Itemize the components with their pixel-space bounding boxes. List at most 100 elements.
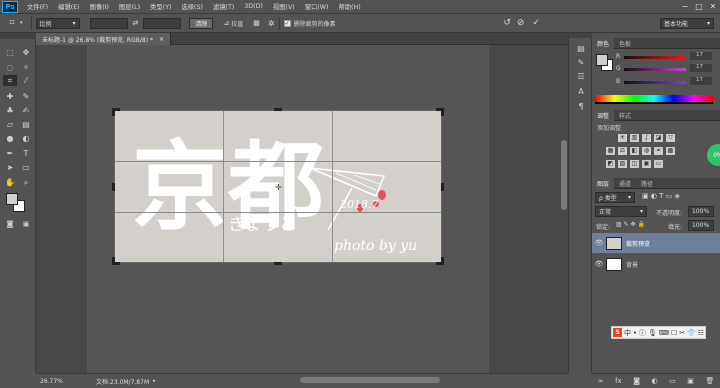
menu-select[interactable]: 选择(S) [176,2,208,11]
brush-panel-icon[interactable]: ✎ [574,57,588,68]
filter-icons[interactable]: ▣ ◐ T ▭ ◈ [642,192,680,200]
selective-color-icon[interactable]: ▣ [642,160,651,168]
lock-icons[interactable]: ▨ ✎ ✥ 🔒 [616,221,645,228]
crop-handle-top-left[interactable] [112,108,115,116]
tab-channels[interactable]: 通道 [614,178,636,189]
brightness-icon[interactable]: ☀ [618,134,627,142]
channel-b-value[interactable]: 17 [690,77,712,85]
cancel-icon[interactable]: ⊘ [517,18,525,28]
clear-button[interactable]: 清除 [189,17,214,29]
eye-icon[interactable]: 👁 [592,239,606,247]
swap-icon[interactable]: ⇄ [133,19,139,27]
ime-punctuation[interactable]: • [633,329,637,337]
sogou-logo[interactable]: S [612,328,622,337]
eraser-tool-icon[interactable]: ▱ [3,119,17,130]
crop-handle-bottom-left[interactable] [112,257,115,265]
status-arrow-icon[interactable]: ▸ [153,378,156,384]
channel-g-value[interactable]: 17 [690,64,712,72]
quick-mask-icon[interactable]: ◙ [3,219,17,230]
menu-3d[interactable]: 3D(D) [239,3,268,10]
tab-color[interactable]: 颜色 [592,37,615,49]
crop-handle-top[interactable] [274,108,282,111]
tab-paths[interactable]: 路径 [636,178,658,189]
menu-view[interactable]: 视图(V) [268,2,300,11]
new-layer-icon[interactable]: ▣ [687,377,694,385]
straighten-label[interactable]: 拉直 [231,19,243,28]
ime-menu-icon[interactable]: ☷ [698,329,704,337]
black-white-icon[interactable]: ◧ [630,147,639,155]
menu-layer[interactable]: 图层(L) [114,2,145,11]
panel-foreground-swatch[interactable] [596,54,608,66]
layer-kind-filter[interactable]: ρ 类型 ▾ [595,192,635,203]
menu-help[interactable]: 帮助(H) [333,2,365,11]
menu-edit[interactable]: 编辑(E) [53,2,85,11]
gradient-tool-icon[interactable]: ▤ [19,119,33,130]
menu-type[interactable]: 类型(Y) [145,2,176,11]
width-input[interactable] [89,17,128,29]
canvas-image[interactable]: 京都 2018.7 きょうと photo by yu ✛ [112,108,444,265]
delete-pixels-checkbox[interactable]: ✓ [283,19,291,27]
properties-panel-icon[interactable]: ☰ [574,71,588,82]
tab-adjustments[interactable]: 调整 [592,109,615,121]
tab-swatches[interactable]: 色板 [614,38,636,49]
ime-info-icon[interactable]: ⓘ [639,328,646,338]
document-info[interactable]: 文档:23.0M/7.87M [96,377,149,386]
blur-tool-icon[interactable]: ● [3,133,17,144]
tab-styles[interactable]: 样式 [614,110,636,121]
crop-handle-right[interactable] [441,183,444,191]
crop-tool-icon[interactable]: ⌗ [3,75,17,86]
photo-filter-icon[interactable]: ◍ [642,147,651,155]
channel-mixer-icon[interactable]: ⚭ [654,147,663,155]
magic-wand-tool-icon[interactable]: ✧ [19,62,33,73]
channel-r-value[interactable]: 17 [690,52,712,60]
reset-icon[interactable]: ↺ [503,18,511,28]
fill-input[interactable]: 100% [688,220,714,231]
close-icon[interactable]: × [159,36,164,43]
adjustment-icon[interactable]: ◐ [652,377,658,385]
ime-voice-icon[interactable]: 🎙 [648,329,657,337]
ratio-select[interactable]: 比例 ▾ [35,17,80,29]
screen-mode-icon[interactable]: ▣ [19,219,33,230]
height-input[interactable] [143,17,182,29]
layer-row[interactable]: 👁 裁剪预览 [592,233,720,253]
trash-icon[interactable]: 🗑 [705,377,714,385]
menu-window[interactable]: 窗口(W) [300,2,334,11]
hand-tool-icon[interactable]: ✋ [3,177,17,188]
history-panel-icon[interactable]: ▤ [574,43,588,54]
type-tool-icon[interactable]: T [19,148,33,159]
lasso-tool-icon[interactable]: ◌ [3,62,17,73]
menu-filter[interactable]: 滤镜(T) [208,2,239,11]
invert-icon[interactable]: ◩ [606,160,615,168]
gear-icon[interactable]: ✲ [268,19,275,28]
marquee-tool-icon[interactable]: ⬚ [3,47,17,58]
floating-badge[interactable]: 0% [707,144,720,166]
move-tool-icon[interactable]: ✥ [19,47,33,58]
curves-icon[interactable]: ∫ [642,134,651,142]
chevron-down-icon[interactable]: ▾ [20,20,23,26]
maximize-button[interactable]: □ [692,2,706,12]
posterize-icon[interactable]: ▨ [618,160,627,168]
blend-mode-select[interactable]: 正常 ▾ [595,206,647,217]
dodge-tool-icon[interactable]: ◐ [19,133,33,144]
channel-r-slider[interactable] [624,56,686,59]
fx-icon[interactable]: fx [615,377,622,385]
ime-box-icon[interactable]: ☐ [671,329,677,337]
ime-skin-icon[interactable]: 👕 [687,329,696,337]
pen-tool-icon[interactable]: ✒ [3,148,17,159]
channel-b-slider[interactable] [624,81,686,84]
opacity-input[interactable]: 100% [688,206,714,217]
hue-saturation-icon[interactable]: ▦ [606,147,615,155]
exposure-icon[interactable]: ◪ [654,134,663,142]
history-brush-tool-icon[interactable]: ✍ [19,105,33,116]
color-spectrum-bar[interactable] [595,95,713,104]
threshold-icon[interactable]: ◫ [630,160,639,168]
spot-healing-tool-icon[interactable]: ✚ [3,91,17,102]
eye-icon[interactable]: 👁 [592,260,606,268]
character-panel-icon[interactable]: A [574,86,588,97]
color-lookup-icon[interactable]: ▩ [666,147,675,155]
tab-layers[interactable]: 图层 [592,177,615,189]
commit-icon[interactable]: ✓ [532,18,540,28]
ime-chinese-mode[interactable]: 中 [624,328,631,338]
crop-handle-bottom-right[interactable] [441,257,444,265]
ime-scissors-icon[interactable]: ✂ [679,329,685,337]
